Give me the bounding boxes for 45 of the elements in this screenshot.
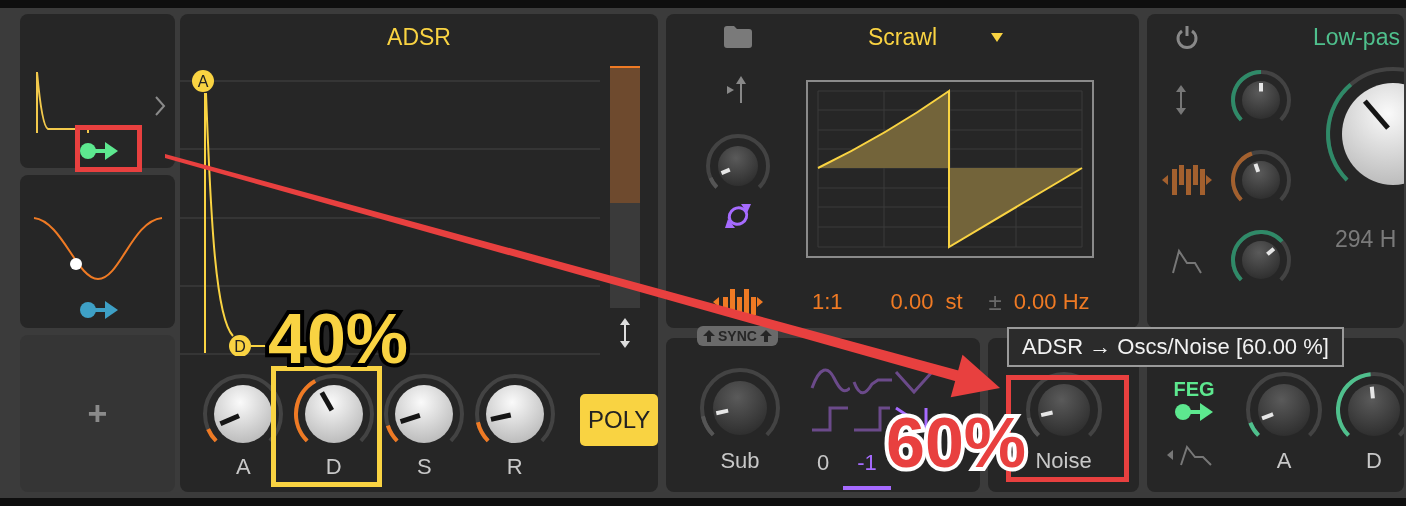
folder-icon[interactable] [723,25,753,49]
chevron-right-icon[interactable] [154,95,166,117]
panel-title: ADSR [387,24,451,50]
ratio-value[interactable]: 1:1 [812,289,843,315]
cutoff-readout: 294 H [1335,226,1397,253]
pitch-arrow-icon[interactable] [727,76,749,104]
knob-label: A [1276,448,1292,474]
knob-label: Sub [720,448,760,474]
envelope-thumbnail-icon [34,69,90,135]
poly-button[interactable]: POLY [580,394,658,446]
power-icon[interactable] [1175,25,1199,49]
preset-title[interactable]: Scrawl [868,23,937,51]
sync-icon[interactable] [723,202,753,230]
knob-label: D [325,454,342,480]
plus-minus-sign: ± [988,288,1002,316]
up-arrow-icon [759,330,772,342]
tooltip: ADSR → Oscs/Noise [60.00 %] [1007,327,1344,367]
dropdown-caret-icon[interactable] [991,32,1003,42]
knob-label: R [506,454,523,480]
envelope-shape-icon[interactable] [1167,442,1213,467]
semitone-value[interactable]: 0.00 [890,289,934,315]
knob-label: S [416,454,432,480]
knob-label: A [235,454,251,480]
fine-tune-value[interactable]: 0.00 Hz [1013,289,1090,315]
envelope-handle[interactable]: A [192,70,214,92]
envelope-handle[interactable]: D [229,335,251,356]
envelope-curve[interactable] [204,92,267,354]
add-modulator-button[interactable]: + [20,335,175,492]
modulator-slot[interactable] [20,175,175,328]
modulator-slot[interactable] [20,14,175,168]
up-arrow-icon [703,330,715,342]
octave-option[interactable]: 0 [803,450,844,490]
knob-label: D [1366,448,1382,474]
unit-label: st [945,289,963,315]
highlight-frame [75,125,142,172]
sync-label: SYNC [718,328,757,344]
filter-title[interactable]: Low-pas [1313,23,1400,51]
percentage-label: 40% [268,314,409,365]
modulation-arrow-icon[interactable] [79,299,119,321]
modulation-arrow-icon[interactable] [1174,400,1214,423]
knob-label: Noise [1035,448,1092,474]
up-down-arrow-icon[interactable] [618,318,632,348]
modulation-arrow-icon[interactable] [79,140,119,162]
keyboard-icon[interactable] [1162,165,1212,195]
feg-label: FEG [1173,377,1215,401]
